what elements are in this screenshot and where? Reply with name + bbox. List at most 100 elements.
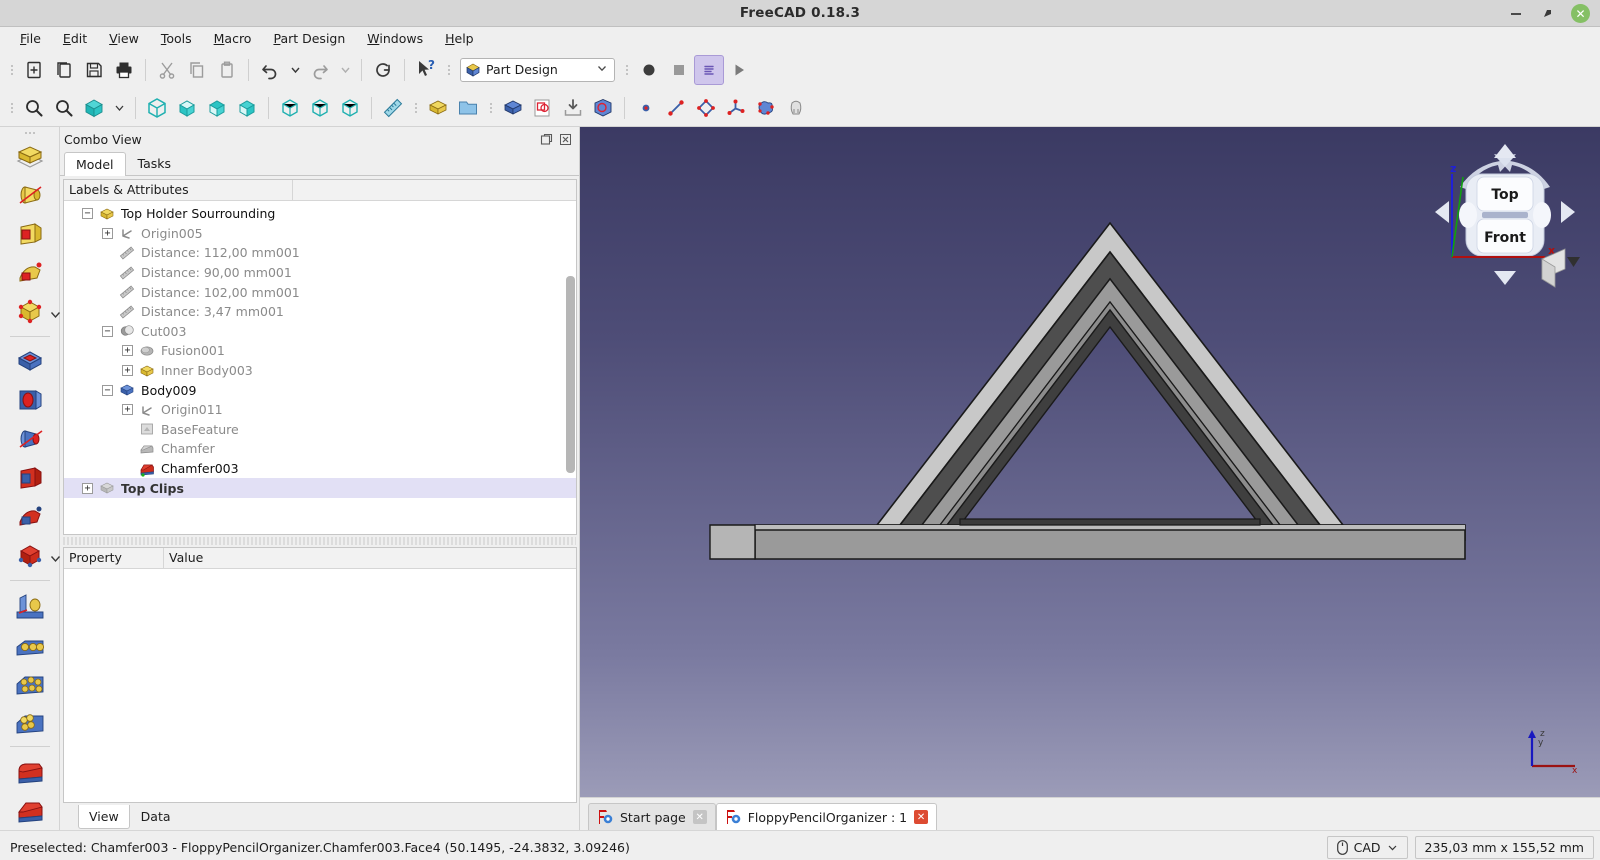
navigation-cube[interactable]: Top Front z x (1430, 139, 1580, 289)
tree-item-chamfer[interactable]: Chamfer (64, 439, 576, 459)
create-line-icon[interactable] (661, 93, 691, 123)
toolbar-grip[interactable] (19, 129, 41, 137)
fit-all-icon[interactable] (19, 93, 49, 123)
new-document-icon[interactable] (19, 55, 49, 85)
maximize-icon[interactable] (1539, 5, 1557, 23)
tree-expander[interactable]: − (102, 325, 113, 337)
mirrored-icon[interactable] (8, 586, 52, 625)
attach-sketch-icon[interactable] (558, 93, 588, 123)
draw-style-icon[interactable] (79, 93, 109, 123)
pad-icon[interactable] (8, 137, 52, 176)
tree-body[interactable]: − Top Holder Sourrounding + Origin005 Distan… (64, 201, 576, 534)
save-icon[interactable] (79, 55, 109, 85)
tree-expander[interactable]: + (122, 345, 133, 357)
tree-expander[interactable]: − (82, 208, 93, 220)
tree-item-top-clips[interactable]: + Top Clips (64, 478, 576, 498)
print-icon[interactable] (109, 55, 139, 85)
bottom-view-icon[interactable] (305, 93, 335, 123)
menu-file[interactable]: File (10, 29, 51, 48)
menu-help[interactable]: Help (435, 29, 484, 48)
tab-floppy-pencil-organizer[interactable]: FloppyPencilOrganizer : 1 ✕ (715, 803, 938, 830)
measure-icon[interactable] (378, 93, 408, 123)
rear-view-icon[interactable] (275, 93, 305, 123)
chevron-down-icon[interactable] (594, 62, 610, 77)
float-panel-icon[interactable] (538, 131, 554, 147)
toolbar-grip[interactable] (622, 59, 631, 81)
polar-pattern-icon[interactable] (8, 664, 52, 703)
tree-item-inner-body003[interactable]: + Inner Body003 (64, 361, 576, 381)
tree-item-distance-3-47-mm001[interactable]: Distance: 3,47 mm001 (64, 302, 576, 322)
chamfer-icon[interactable] (8, 791, 52, 830)
tab-data[interactable]: Data (130, 805, 182, 829)
chevron-down-icon[interactable] (1387, 842, 1398, 853)
close-panel-icon[interactable] (557, 131, 573, 147)
additive-pipe-icon[interactable] (8, 253, 52, 292)
redo-icon[interactable] (305, 55, 335, 85)
redo-dropdown-icon[interactable] (335, 55, 355, 85)
close-icon[interactable]: ✕ (1571, 4, 1590, 23)
tree-item-origin011[interactable]: + Origin011 (64, 400, 576, 420)
tab-model[interactable]: Model (64, 152, 126, 176)
revolution-icon[interactable] (8, 176, 52, 215)
pocket-icon[interactable] (8, 342, 52, 381)
toolbar-grip[interactable] (7, 59, 16, 81)
create-part-icon[interactable] (423, 93, 453, 123)
macro-edit-icon[interactable] (694, 54, 724, 85)
subtractive-primitive-icon[interactable] (8, 536, 60, 575)
menu-view[interactable]: View (99, 29, 149, 48)
chevron-down-icon[interactable] (49, 308, 62, 324)
validate-sketch-icon[interactable] (588, 93, 618, 123)
navigation-style-selector[interactable]: CAD (1326, 835, 1408, 859)
tree-item-distance-102-00-mm001[interactable]: Distance: 102,00 mm001 (64, 282, 576, 302)
paste-icon[interactable] (212, 55, 242, 85)
property-list[interactable] (64, 569, 576, 802)
tree-scrollbar[interactable] (566, 204, 575, 532)
cut-icon[interactable] (152, 55, 182, 85)
menu-macro[interactable]: Macro (204, 29, 262, 48)
subtractive-loft-icon[interactable] (8, 459, 52, 498)
create-sketch-icon[interactable] (528, 93, 558, 123)
create-body-icon[interactable] (498, 93, 528, 123)
close-tab-icon[interactable]: ✕ (914, 810, 929, 824)
workbench-selector[interactable]: Part Design (460, 57, 615, 82)
fit-selection-icon[interactable] (49, 93, 79, 123)
hole-icon[interactable] (8, 381, 52, 420)
macro-execute-icon[interactable] (724, 55, 754, 85)
tab-tasks[interactable]: Tasks (126, 151, 184, 175)
axonometric-view-icon[interactable] (142, 93, 172, 123)
front-view-icon[interactable] (172, 93, 202, 123)
tree-item-origin005[interactable]: + Origin005 (64, 224, 576, 244)
menu-edit[interactable]: Edit (53, 29, 97, 48)
3d-viewport[interactable]: Top Front z x x z y Start page ✕ FloppyP… (580, 127, 1600, 830)
tree-item-basefeature[interactable]: BaseFeature (64, 420, 576, 440)
create-datum-icon[interactable] (721, 93, 751, 123)
tree-item-cut003[interactable]: − Cut003 (64, 322, 576, 342)
macro-stop-icon[interactable] (664, 55, 694, 85)
additive-primitive-icon[interactable] (8, 292, 60, 331)
top-view-icon[interactable] (202, 93, 232, 123)
tree-expander[interactable]: + (102, 227, 113, 239)
create-polyline-icon[interactable] (691, 93, 721, 123)
create-group-icon[interactable] (453, 93, 483, 123)
tree-expander[interactable]: + (122, 404, 133, 416)
undo-icon[interactable] (255, 55, 285, 85)
right-view-icon[interactable] (232, 93, 262, 123)
toolbar-grip[interactable] (411, 97, 420, 119)
left-view-icon[interactable] (335, 93, 365, 123)
tree-item-body009[interactable]: − Body009 (64, 380, 576, 400)
additive-loft-icon[interactable] (8, 215, 52, 254)
tree-expander[interactable]: + (122, 365, 133, 377)
tab-view[interactable]: View (78, 805, 130, 829)
undo-dropdown-icon[interactable] (285, 55, 305, 85)
draw-style-dropdown-icon[interactable] (109, 93, 129, 123)
close-tab-icon[interactable]: ✕ (692, 810, 707, 824)
menu-windows[interactable]: Windows (357, 29, 433, 48)
panel-splitter[interactable] (63, 537, 576, 545)
groove-icon[interactable] (8, 420, 52, 459)
tree-item-top-holder-sourrounding[interactable]: − Top Holder Sourrounding (64, 204, 576, 224)
toolbar-grip[interactable] (7, 97, 16, 119)
macro-record-icon[interactable] (634, 55, 664, 85)
copy-icon[interactable] (182, 55, 212, 85)
chevron-down-icon[interactable] (49, 552, 62, 568)
tree-item-fusion001[interactable]: + Fusion001 (64, 341, 576, 361)
